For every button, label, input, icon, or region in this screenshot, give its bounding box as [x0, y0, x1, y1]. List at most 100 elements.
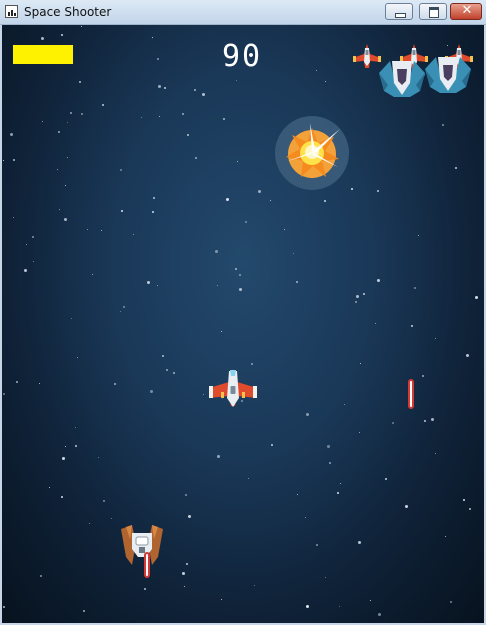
- star: [360, 363, 361, 364]
- star: [351, 188, 353, 190]
- star: [141, 117, 142, 118]
- star: [455, 167, 457, 169]
- maximize-button[interactable]: [419, 3, 447, 20]
- star: [98, 457, 99, 458]
- star: [102, 104, 104, 106]
- star: [147, 281, 150, 284]
- star: [235, 268, 237, 270]
- star: [251, 363, 253, 365]
- star: [236, 80, 237, 81]
- health-bar: [13, 45, 73, 64]
- star: [203, 394, 204, 395]
- star: [152, 211, 154, 213]
- star: [184, 586, 185, 587]
- explosion-icon: [275, 116, 349, 190]
- star: [258, 190, 261, 193]
- star: [101, 230, 102, 231]
- star: [284, 229, 285, 230]
- star: [239, 274, 241, 276]
- star: [41, 37, 44, 40]
- star: [271, 444, 273, 446]
- star: [305, 517, 306, 518]
- star: [87, 229, 88, 230]
- star: [469, 508, 471, 510]
- star: [385, 478, 387, 480]
- star: [337, 492, 339, 494]
- star: [3, 160, 4, 161]
- star: [237, 161, 238, 162]
- star: [150, 390, 153, 393]
- star: [358, 541, 361, 544]
- star: [111, 518, 112, 519]
- star: [133, 234, 134, 235]
- star: [65, 446, 66, 447]
- star: [49, 487, 50, 488]
- laser-icon: [408, 379, 414, 409]
- star: [3, 606, 5, 608]
- star: [359, 432, 360, 433]
- star: [75, 427, 76, 428]
- star: [405, 505, 408, 508]
- star: [120, 311, 121, 312]
- star: [58, 131, 60, 133]
- brown-fighter-icon: [121, 525, 163, 565]
- star: [40, 575, 42, 577]
- star: [173, 372, 175, 374]
- star: [215, 250, 218, 253]
- star: [32, 236, 34, 238]
- minimize-button[interactable]: [385, 3, 413, 20]
- star: [435, 453, 436, 454]
- star: [10, 133, 13, 136]
- game-window: Space Shooter ✕ 90: [0, 0, 486, 625]
- star: [195, 157, 197, 159]
- star: [67, 157, 68, 158]
- star: [370, 600, 371, 601]
- star: [392, 422, 394, 424]
- star: [293, 253, 294, 254]
- star: [24, 269, 27, 272]
- star: [422, 375, 424, 377]
- star: [245, 221, 247, 223]
- star: [144, 588, 146, 590]
- star: [75, 445, 77, 447]
- star: [418, 235, 419, 236]
- star: [162, 355, 164, 357]
- star: [61, 496, 63, 498]
- star: [187, 134, 189, 136]
- star: [221, 331, 222, 332]
- star: [378, 613, 381, 616]
- title-bar[interactable]: Space Shooter ✕: [0, 0, 486, 25]
- star: [316, 70, 317, 71]
- game-canvas[interactable]: 90: [2, 25, 484, 623]
- close-button[interactable]: ✕: [450, 3, 482, 20]
- star: [83, 610, 85, 612]
- star: [442, 124, 444, 126]
- star: [363, 293, 365, 295]
- star: [3, 393, 5, 395]
- star: [414, 287, 416, 289]
- star: [16, 381, 18, 383]
- star: [296, 281, 298, 283]
- star: [123, 306, 125, 308]
- star: [435, 338, 436, 339]
- star: [411, 325, 413, 327]
- star: [248, 478, 249, 479]
- star: [463, 499, 465, 501]
- star: [377, 190, 379, 192]
- star: [59, 209, 60, 210]
- blue-cruiser-icon: [379, 61, 425, 97]
- star: [475, 296, 478, 299]
- star: [13, 217, 14, 218]
- star: [340, 483, 341, 484]
- star: [344, 404, 345, 405]
- star: [325, 81, 326, 82]
- star: [182, 572, 185, 575]
- star: [186, 563, 188, 565]
- star: [355, 301, 357, 303]
- star: [65, 185, 66, 186]
- star: [166, 369, 168, 371]
- star: [26, 244, 27, 245]
- player-ship-icon[interactable]: [207, 368, 259, 410]
- star: [445, 536, 446, 537]
- window-title: Space Shooter: [24, 5, 112, 19]
